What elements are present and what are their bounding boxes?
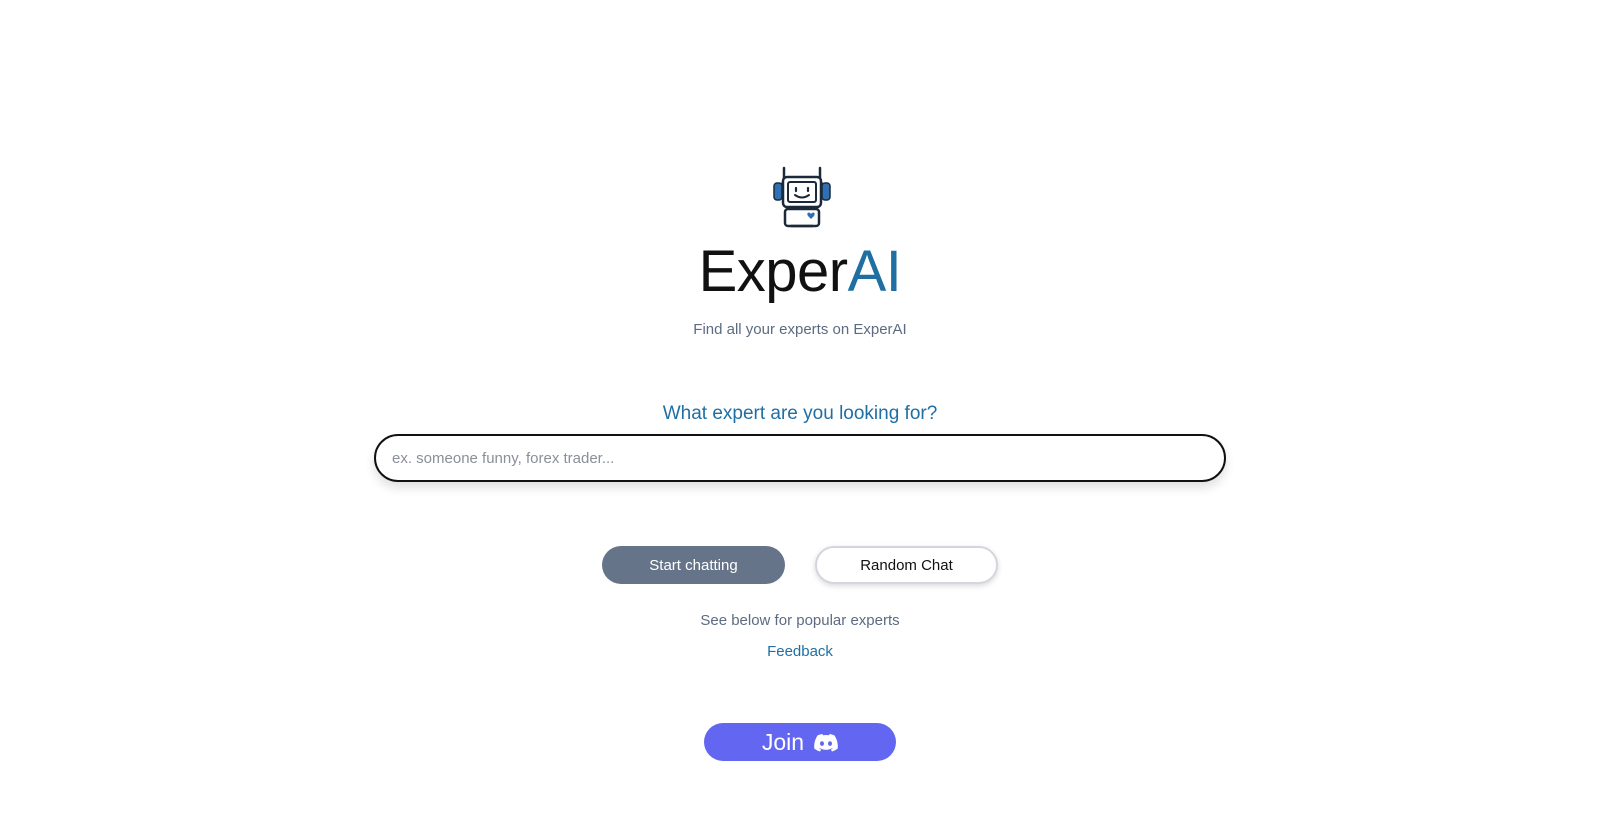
- search-question: What expert are you looking for?: [662, 403, 938, 424]
- robot-headset-icon: [771, 166, 833, 228]
- discord-icon: [814, 732, 838, 752]
- join-label: Join: [761, 728, 805, 755]
- brand-title: ExperAI: [0, 237, 1600, 307]
- join-discord-button[interactable]: Join: [704, 723, 896, 761]
- feedback-link[interactable]: Feedback: [760, 642, 840, 662]
- popular-experts-text: See below for popular experts: [700, 612, 900, 629]
- random-chat-button[interactable]: Random Chat: [815, 546, 998, 584]
- tagline: Find all your experts on ExperAI: [693, 321, 907, 338]
- brand-name-accent: AI: [847, 239, 902, 304]
- start-chatting-button[interactable]: Start chatting: [602, 546, 785, 584]
- landing-page: ExperAI Find all your experts on ExperAI…: [0, 0, 1600, 834]
- brand-name-main: Exper: [698, 239, 849, 304]
- expert-search-input[interactable]: [374, 434, 1226, 482]
